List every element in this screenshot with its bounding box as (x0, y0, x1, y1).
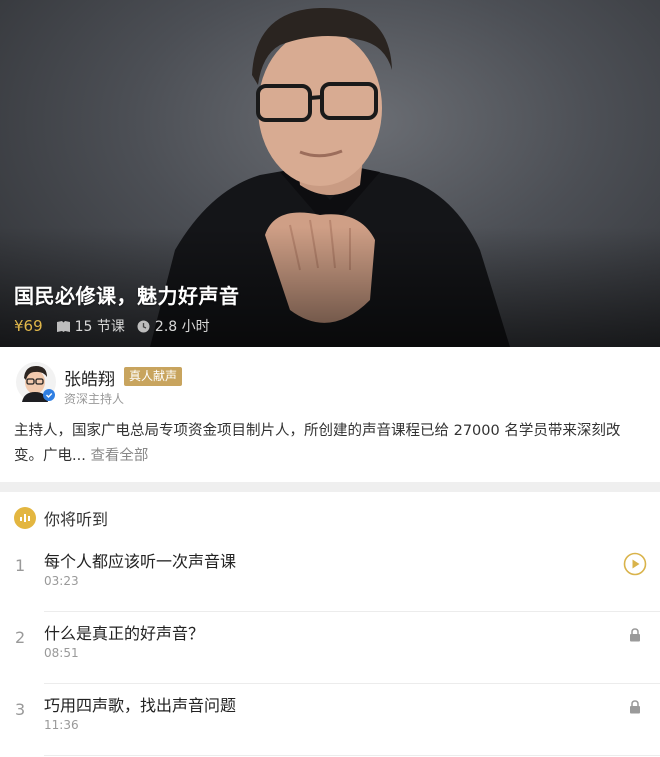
verified-icon (43, 389, 55, 401)
lesson-title: 什么是真正的好声音？ (44, 624, 205, 643)
play-circle-icon[interactable] (623, 552, 647, 576)
lesson-title: 巧用四声歌，找出声音问题 (44, 696, 237, 715)
see-all-link[interactable]: 查看全部 (90, 448, 148, 464)
course-meta: ¥69 15 节课 2.8 小时 (14, 316, 222, 336)
lessons-count-label: 15 节课 (74, 319, 125, 335)
author-name: 张皓翔 (64, 370, 115, 390)
list-item[interactable]: 1 每个人都应该听一次声音课 03:23 (0, 540, 660, 612)
audio-wave-icon (14, 507, 36, 529)
row-divider (44, 755, 660, 756)
lesson-duration: 08:51 (44, 646, 79, 660)
author-description: 主持人，国家广电总局专项资金项目制片人，所创建的声音课程已给 27000 名学员… (14, 419, 646, 469)
book-icon (56, 320, 70, 332)
status-badge: 真人献声 (124, 367, 183, 386)
lock-icon (630, 700, 640, 714)
course-cover: 国民必修课，魅力好声音 ¥69 15 节课 2.8 小时 (0, 0, 660, 347)
lessons-count: 15 节课 (56, 316, 125, 336)
course-duration-label: 2.8 小时 (154, 319, 210, 335)
course-title: 国民必修课，魅力好声音 (14, 284, 240, 308)
lesson-title: 每个人都应该听一次声音课 (44, 552, 237, 571)
lesson-number: 2 (15, 628, 26, 647)
course-duration: 2.8 小时 (137, 316, 210, 336)
lesson-number: 1 (15, 556, 26, 575)
lock-icon (630, 628, 640, 642)
lesson-duration: 11:36 (44, 718, 79, 732)
clock-icon (137, 320, 150, 332)
price: ¥69 (14, 317, 43, 335)
avatar[interactable] (16, 362, 56, 402)
lesson-duration: 03:23 (44, 574, 79, 588)
list-item[interactable]: 2 什么是真正的好声音？ 08:51 (0, 612, 660, 684)
section-divider (0, 482, 660, 492)
lesson-number: 3 (15, 700, 26, 719)
author-role: 资深主持人 (64, 392, 125, 406)
list-item[interactable]: 3 巧用四声歌，找出声音问题 11:36 (0, 684, 660, 756)
section-header: 你将听到 (14, 506, 108, 530)
section-title: 你将听到 (44, 510, 109, 529)
